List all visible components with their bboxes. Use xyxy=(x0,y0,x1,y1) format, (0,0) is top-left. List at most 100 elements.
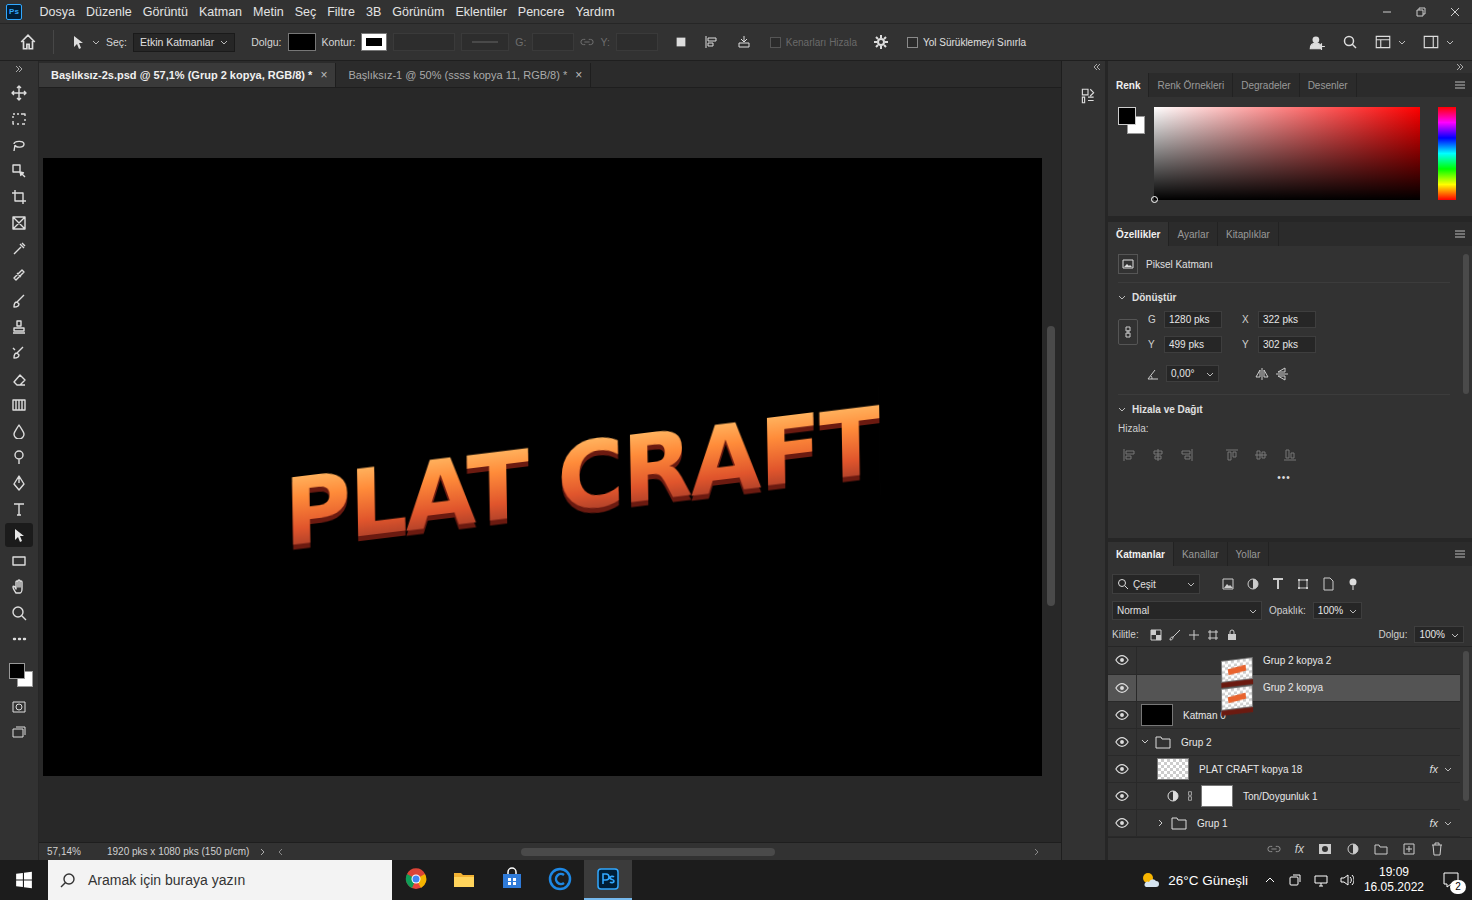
minimize-button[interactable] xyxy=(1370,0,1404,23)
blend-mode-dropdown[interactable]: Normal xyxy=(1112,601,1262,620)
align-section-header[interactable]: Hizala ve Dağıt xyxy=(1118,404,1450,415)
align-top-icon[interactable] xyxy=(1225,448,1239,462)
canvas[interactable]: PLAT CRAFT xyxy=(43,158,1042,776)
history-panel-button[interactable] xyxy=(1075,83,1101,109)
tool-button[interactable] xyxy=(5,367,33,391)
start-button[interactable] xyxy=(0,860,48,900)
lock-position-icon[interactable] xyxy=(1188,629,1200,641)
filter-smart-object-icon[interactable] xyxy=(1321,577,1335,591)
tool-button[interactable] xyxy=(5,601,33,625)
align-center-icon[interactable] xyxy=(1151,448,1165,462)
panel-menu-icon[interactable] xyxy=(1454,79,1466,91)
chevron-icon[interactable] xyxy=(1141,738,1149,746)
panel-tab[interactable]: Özellikler xyxy=(1108,222,1169,246)
tool-button[interactable] xyxy=(5,445,33,469)
filter-toggle-icon[interactable] xyxy=(1346,577,1360,591)
taskbar-app[interactable] xyxy=(440,860,488,900)
filter-shape-icon[interactable] xyxy=(1296,577,1310,591)
restore-button[interactable] xyxy=(1404,0,1438,23)
stroke-swatch[interactable] xyxy=(361,33,387,51)
collapse-icon[interactable] xyxy=(1093,63,1101,71)
filter-adjustment-icon[interactable] xyxy=(1246,577,1260,591)
taskbar-search[interactable]: Aramak için buraya yazın xyxy=(48,860,392,900)
align-left-icon[interactable] xyxy=(1122,448,1136,462)
align-right-icon[interactable] xyxy=(1180,448,1194,462)
tool-button[interactable] xyxy=(5,81,33,105)
tool-button[interactable] xyxy=(5,627,33,651)
home-icon[interactable] xyxy=(19,33,37,51)
chevron-down-icon[interactable] xyxy=(1446,38,1454,46)
lock-pixels-icon[interactable] xyxy=(1169,629,1181,641)
height-field[interactable] xyxy=(616,33,658,51)
chevron-down-icon[interactable] xyxy=(1444,819,1452,827)
transform-field[interactable]: 1280 pks xyxy=(1164,311,1222,328)
quick-mask-button[interactable] xyxy=(5,695,33,719)
menu-item[interactable]: 3B xyxy=(360,5,386,19)
new-layer-icon[interactable] xyxy=(1402,842,1416,856)
path-operations-icon[interactable] xyxy=(674,35,688,49)
workspace-icon[interactable] xyxy=(1374,33,1392,51)
screen-mode-button[interactable] xyxy=(5,721,33,745)
menu-item[interactable]: Görünüm xyxy=(387,5,450,19)
menu-item[interactable]: Katman xyxy=(193,5,247,19)
properties-scrollbar[interactable] xyxy=(1460,246,1472,538)
tool-button[interactable] xyxy=(5,393,33,417)
stroke-width-field[interactable] xyxy=(393,33,455,51)
document-tab[interactable]: Başlıksız-2s.psd @ 57,1% (Grup 2 kopya, … xyxy=(39,63,336,87)
fill-swatch[interactable] xyxy=(288,33,316,51)
tool-button[interactable] xyxy=(5,159,33,183)
scroll-left-icon[interactable] xyxy=(277,848,285,856)
more-options-button[interactable]: ••• xyxy=(1277,472,1291,483)
layer-row[interactable]: Grup 1 fx xyxy=(1108,810,1460,837)
tool-button[interactable] xyxy=(5,497,33,521)
align-edges-checkbox[interactable]: Kenarları Hizala xyxy=(770,37,857,48)
visibility-toggle[interactable] xyxy=(1108,702,1137,728)
panel-tab[interactable]: Kitaplıklar xyxy=(1218,222,1279,246)
close-button[interactable] xyxy=(1438,0,1472,23)
path-arrangement-icon[interactable] xyxy=(736,34,752,50)
transform-field[interactable]: 499 pks xyxy=(1164,336,1222,353)
layer-row[interactable]: Grup 2 xyxy=(1108,729,1460,756)
chevron-down-icon[interactable] xyxy=(1398,38,1406,46)
taskbar-app[interactable] xyxy=(536,860,584,900)
menu-item[interactable]: Dosya xyxy=(34,5,80,19)
panel-menu-icon[interactable] xyxy=(1454,228,1466,240)
panel-tab[interactable]: Kanallar xyxy=(1174,542,1228,566)
layer-row[interactable]: Katman 0 xyxy=(1108,702,1460,729)
network-icon[interactable] xyxy=(1314,873,1328,887)
clock[interactable]: 19:09 16.05.2022 xyxy=(1364,865,1424,895)
panel-tab[interactable]: Katmanlar xyxy=(1108,542,1174,566)
panel-tab[interactable]: Renk Örnekleri xyxy=(1149,73,1233,97)
width-field[interactable] xyxy=(532,33,574,51)
tool-button[interactable] xyxy=(5,549,33,573)
menu-item[interactable]: Metin xyxy=(248,5,290,19)
flip-horizontal-icon[interactable] xyxy=(1255,367,1269,381)
link-layers-icon[interactable] xyxy=(1267,842,1281,856)
transform-section-header[interactable]: Dönüştür xyxy=(1118,292,1450,303)
panel-icon[interactable] xyxy=(1422,33,1440,51)
tool-button[interactable] xyxy=(5,315,33,339)
menu-item[interactable]: Seç xyxy=(289,5,322,19)
tool-button[interactable] xyxy=(5,107,33,131)
add-mask-icon[interactable] xyxy=(1318,842,1332,856)
constrain-path-checkbox[interactable]: Yol Sürüklemeyi Sınırla xyxy=(907,37,1026,48)
show-hidden-icons-icon[interactable] xyxy=(1264,874,1276,886)
panel-menu-icon[interactable] xyxy=(1454,548,1466,560)
tool-button[interactable] xyxy=(5,575,33,599)
hue-slider[interactable] xyxy=(1438,107,1456,200)
scroll-right-icon[interactable] xyxy=(1033,848,1041,856)
collapse-icon[interactable] xyxy=(1456,63,1464,71)
panel-tab[interactable]: Ayarlar xyxy=(1169,222,1218,246)
tool-button[interactable] xyxy=(5,211,33,235)
filter-type-icon[interactable] xyxy=(1271,577,1285,591)
taskbar-app[interactable] xyxy=(584,860,632,900)
link-dimensions-button[interactable] xyxy=(1118,319,1138,345)
filter-pixel-icon[interactable] xyxy=(1221,577,1235,591)
layer-row[interactable]: PLAT CRAFT kopya 18 fx xyxy=(1108,756,1460,783)
horizontal-scrollbar[interactable] xyxy=(277,848,1061,856)
tool-button[interactable] xyxy=(5,523,33,547)
layer-mask-thumbnail[interactable] xyxy=(1201,785,1233,807)
effects-badge[interactable]: fx xyxy=(1429,763,1438,775)
menu-item[interactable]: Görüntü xyxy=(137,5,193,19)
menu-item[interactable]: Pencere xyxy=(512,5,570,19)
